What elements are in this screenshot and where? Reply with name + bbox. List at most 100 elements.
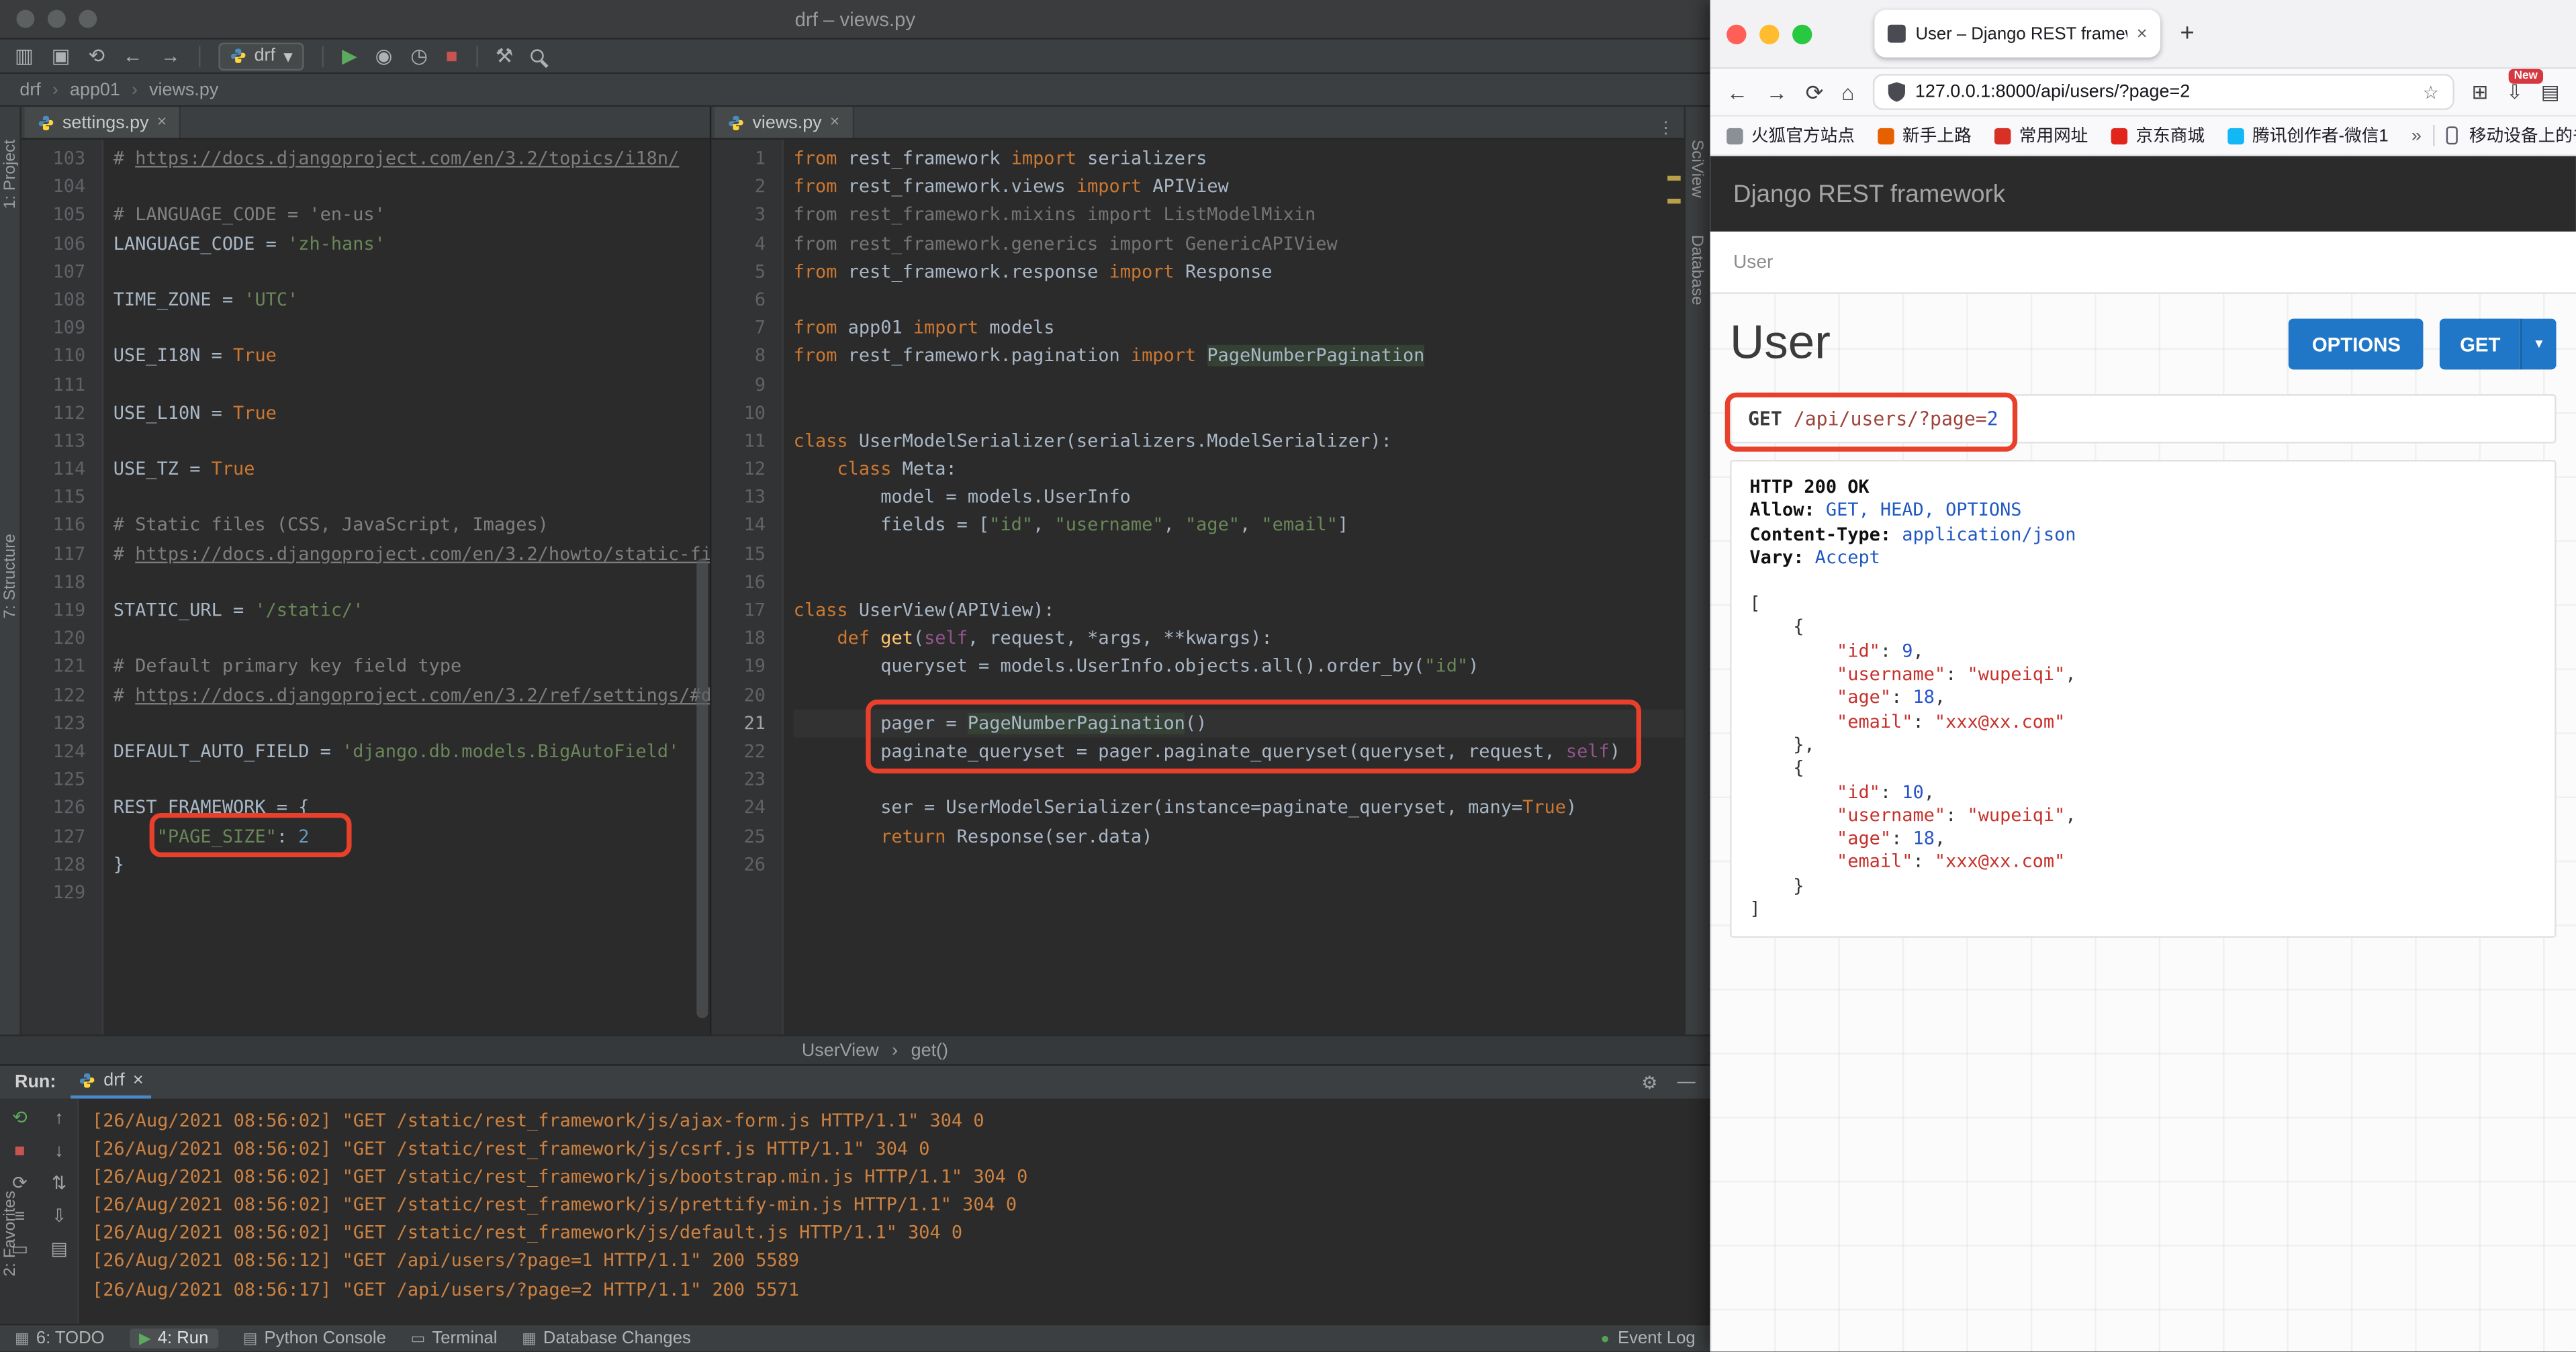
back-icon[interactable]: ← bbox=[1727, 81, 1748, 103]
options-button[interactable]: OPTIONS bbox=[2289, 318, 2424, 370]
json-line: { bbox=[1749, 616, 1804, 638]
bookmarks-overflow-icon[interactable]: » bbox=[2411, 126, 2422, 145]
close-tab-icon[interactable]: × bbox=[157, 113, 167, 132]
editor-scrollbar[interactable] bbox=[696, 558, 708, 1018]
sidebar-icon[interactable]: ▤ bbox=[2541, 81, 2560, 103]
line-number: 122 bbox=[52, 684, 86, 706]
line-number: 11 bbox=[743, 430, 766, 452]
bookmark-item[interactable]: 京东商城 bbox=[2111, 123, 2205, 148]
zoom-window-icon[interactable] bbox=[1792, 23, 1812, 44]
close-window-icon[interactable] bbox=[1727, 23, 1747, 44]
toolwindow-structure-button[interactable]: 7: Structure bbox=[1, 534, 19, 618]
url-text[interactable]: 127.0.0.1:8000/api/users/?page=2 bbox=[1915, 82, 2413, 101]
forward-icon[interactable]: → bbox=[160, 46, 180, 65]
line-number: 106 bbox=[52, 232, 86, 254]
tab-views-py[interactable]: views.py × bbox=[715, 107, 855, 138]
scroll-to-end-icon[interactable]: ⇩ bbox=[52, 1208, 67, 1227]
close-window-icon[interactable] bbox=[16, 9, 35, 28]
back-icon[interactable]: ← bbox=[123, 46, 142, 65]
new-tab-icon[interactable]: + bbox=[2180, 19, 2194, 48]
bookmark-item[interactable]: 常用网址 bbox=[1994, 123, 2088, 148]
minimize-panel-icon[interactable]: — bbox=[1677, 1071, 1696, 1093]
breadcrumb-project[interactable]: drf bbox=[19, 80, 40, 99]
save-icon[interactable]: ▣ bbox=[52, 46, 71, 65]
editor-options-icon[interactable]: ⋮ bbox=[1657, 120, 1684, 138]
statusbar-terminal[interactable]: ▭ Terminal bbox=[411, 1329, 498, 1348]
breadcrumb-file[interactable]: views.py bbox=[149, 80, 218, 99]
tab-settings-py[interactable]: settings.py × bbox=[24, 107, 182, 138]
coverage-icon[interactable]: ◉ bbox=[375, 46, 393, 65]
toolwindow-favorites-button[interactable]: 2: Favorites bbox=[1, 1191, 19, 1277]
open-folder-icon[interactable]: ▥ bbox=[15, 46, 34, 65]
reload-icon[interactable]: ⟳ bbox=[1806, 81, 1824, 103]
line-number: 117 bbox=[52, 542, 86, 565]
breadcrumb-class[interactable]: UserView bbox=[802, 1041, 879, 1060]
close-tab-icon[interactable]: × bbox=[830, 113, 839, 132]
close-tab-icon[interactable]: × bbox=[133, 1071, 144, 1090]
run-panel-header: Run: drf × ⚙ — bbox=[0, 1065, 1710, 1099]
bookmark-favicon bbox=[2227, 127, 2244, 144]
extensions-icon[interactable]: ⊞ bbox=[2472, 81, 2489, 103]
toolwindow-sciview-button[interactable]: SciView bbox=[1687, 140, 1705, 198]
profiler-icon[interactable]: ◷ bbox=[410, 46, 428, 65]
breadcrumb-method[interactable]: get() bbox=[911, 1041, 948, 1060]
settings-editor[interactable]: 103 104 105 106 107 108 109 110 111 112 113 114 115 1… bbox=[21, 139, 710, 1035]
run-configuration-select[interactable]: drf ▾ bbox=[218, 42, 304, 70]
mobile-bookmarks-label[interactable]: 移动设备上的书签 bbox=[2469, 123, 2576, 148]
statusbar-event-log[interactable]: ● Event Log bbox=[1600, 1329, 1695, 1348]
swap-icon[interactable]: ⇅ bbox=[52, 1175, 67, 1194]
bookmark-item[interactable]: 火狐官方站点 bbox=[1727, 123, 1855, 148]
zoom-window-icon[interactable] bbox=[79, 9, 97, 28]
line-number: 5 bbox=[754, 260, 766, 283]
rerun-icon[interactable]: ⟲ bbox=[12, 1110, 28, 1128]
code-area[interactable]: from rest_framework import serializers fr… bbox=[784, 140, 1684, 1034]
statusbar-python-console[interactable]: ▤ Python Console bbox=[243, 1329, 386, 1348]
stop-icon[interactable]: ■ bbox=[14, 1142, 25, 1161]
line-number: 107 bbox=[52, 260, 86, 283]
forward-icon[interactable]: → bbox=[1766, 81, 1788, 103]
clear-console-icon[interactable]: ▤ bbox=[50, 1241, 67, 1259]
console-output[interactable]: [26/Aug/2021 08:56:02] "GET /static/rest… bbox=[79, 1099, 1710, 1324]
json-line: "username": "wupeiqi", bbox=[1837, 663, 2076, 685]
bookmarks-bar: 火狐官方站点 新手上路 常用网址 京东商城 腾讯创作者-微信1 » 移动设备上的书签 bbox=[1710, 116, 2576, 156]
statusbar-todo[interactable]: ▦ 6: TODO bbox=[15, 1329, 105, 1348]
pycharm-window: drf – views.py ▥ ▣ ⟲ ← → drf ▾ ▶ ◉ ◷ ■ ⚒… bbox=[0, 0, 1710, 1352]
statusbar-run[interactable]: ▶ 4: Run bbox=[129, 1329, 219, 1349]
url-bar[interactable]: 127.0.0.1:8000/api/users/?page=2 ☆ bbox=[1872, 74, 2454, 110]
down-stack-icon[interactable]: ↓ bbox=[54, 1142, 63, 1161]
statusbar-database-changes[interactable]: ▦ Database Changes bbox=[522, 1329, 691, 1348]
run-icon[interactable]: ▶ bbox=[342, 46, 357, 65]
minimize-window-icon[interactable] bbox=[1759, 23, 1780, 44]
views-editor[interactable]: 1 2 3 4 5 6 7 8 9 10 11 12 13 14 15 16 17 18 19 20 21 22 23 24 2… bbox=[711, 139, 1684, 1035]
get-button[interactable]: GET bbox=[2440, 318, 2520, 370]
home-icon[interactable]: ⌂ bbox=[1841, 81, 1854, 103]
wrench-icon[interactable]: ⚒ bbox=[496, 46, 513, 65]
gear-icon[interactable]: ⚙ bbox=[1641, 1071, 1657, 1093]
run-tab-drf[interactable]: drf × bbox=[71, 1066, 152, 1099]
up-stack-icon[interactable]: ↑ bbox=[54, 1110, 63, 1128]
code-area[interactable]: # https://docs.djangoproject.com/en/3.2/… bbox=[103, 140, 710, 1034]
log-line: [26/Aug/2021 08:56:17] "GET /api/users/?… bbox=[91, 1278, 800, 1300]
toolwindow-project-button[interactable]: 1: Project bbox=[1, 140, 19, 209]
sync-icon[interactable]: ⟲ bbox=[88, 46, 105, 65]
minimize-window-icon[interactable] bbox=[47, 9, 66, 28]
browser-tab[interactable]: User – Django REST framework × bbox=[1874, 9, 2161, 58]
line-number: 108 bbox=[52, 289, 86, 311]
drf-brand[interactable]: Django REST framework bbox=[1733, 180, 2005, 208]
bookmark-item[interactable]: 腾讯创作者-微信1 bbox=[2227, 123, 2389, 148]
get-dropdown-caret[interactable]: ▾ bbox=[2520, 318, 2557, 370]
stop-icon[interactable]: ■ bbox=[446, 46, 458, 65]
shield-icon[interactable] bbox=[1887, 82, 1905, 102]
bookmark-star-icon[interactable]: ☆ bbox=[2423, 81, 2439, 103]
close-tab-icon[interactable]: × bbox=[2137, 23, 2148, 43]
translate-extension-icon[interactable]: ⇩ New bbox=[2506, 68, 2543, 103]
breadcrumb-user[interactable]: User bbox=[1733, 252, 1773, 272]
toolwindow-database-button[interactable]: Database bbox=[1687, 235, 1705, 305]
breadcrumb-package[interactable]: app01 bbox=[70, 80, 120, 99]
window-controls[interactable] bbox=[16, 9, 97, 28]
bookmark-item[interactable]: 新手上路 bbox=[1878, 123, 1972, 148]
new-badge: New bbox=[2509, 68, 2543, 84]
search-icon[interactable] bbox=[531, 49, 545, 62]
